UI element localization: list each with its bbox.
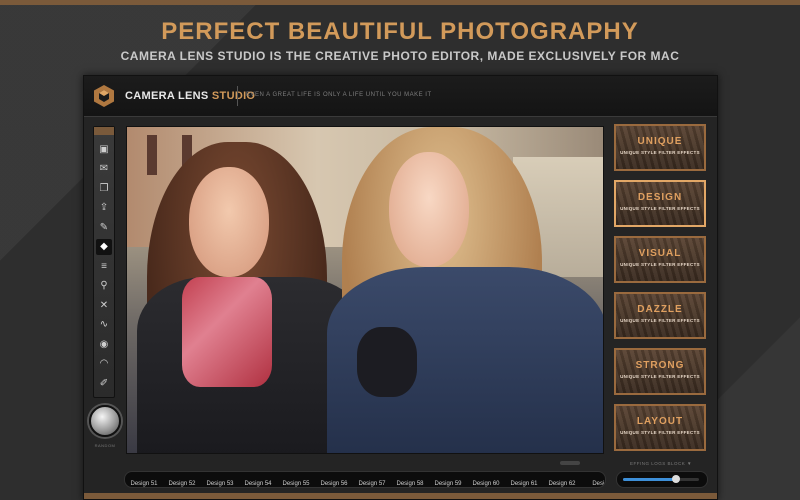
style-tile-subtitle: UNIQUE STYLE FILTER EFFECTS	[620, 318, 700, 323]
photo-subject-right-face	[389, 152, 469, 267]
design-item[interactable]: Design 61	[505, 477, 543, 487]
style-tile-subtitle: UNIQUE STYLE FILTER EFFECTS	[620, 206, 700, 211]
style-tile-title: DAZZLE	[637, 304, 683, 315]
slider-thumb[interactable]	[672, 475, 681, 483]
design-item[interactable]: Design 57	[353, 477, 391, 487]
slider-track[interactable]	[623, 475, 699, 483]
adjustments-icon[interactable]: ≡	[96, 258, 112, 274]
style-tile-title: DESIGN	[637, 192, 683, 203]
subheadline: CAMERA LENS STUDIO IS THE CREATIVE PHOTO…	[120, 49, 680, 63]
style-tile-strong[interactable]: STRONG UNIQUE STYLE FILTER EFFECTS	[614, 348, 706, 395]
style-tile-subtitle: UNIQUE STYLE FILTER EFFECTS	[620, 262, 700, 267]
layers-icon[interactable]: ❐	[96, 180, 112, 196]
tagline: EVEN A GREAT LIFE IS ONLY A LIFE UNTIL Y…	[246, 92, 432, 98]
style-tile-title: VISUAL	[638, 248, 682, 259]
app-header: CAMERA LENS STUDIO EVEN A GREAT LIFE IS …	[84, 76, 717, 117]
headline: PERFECT BEAUTIFUL PHOTOGRAPHY	[161, 18, 639, 45]
style-tile-title: LAYOUT	[636, 416, 684, 427]
design-item[interactable]: Design 51	[125, 477, 163, 487]
diamond-icon[interactable]: ◆	[96, 238, 112, 255]
share-icon[interactable]: ⇪	[96, 200, 112, 216]
mail-icon[interactable]: ✉	[96, 161, 112, 177]
design-item[interactable]: Design 53	[201, 477, 239, 487]
design-item[interactable]: Design 52	[163, 477, 201, 487]
design-item[interactable]: Design 56	[315, 477, 353, 487]
strip-handle[interactable]	[560, 461, 580, 465]
random-knob-label: RANDOM	[94, 443, 116, 448]
bandage-icon[interactable]: ✕	[96, 297, 112, 313]
eye-icon[interactable]: ◉	[96, 336, 112, 352]
random-knob[interactable]	[89, 405, 121, 437]
app-name-main: CAMERA LENS	[125, 90, 212, 102]
photos-icon[interactable]: ▣	[96, 141, 112, 157]
app-name: CAMERA LENS STUDIO	[125, 90, 255, 102]
photo-subject-left-scarf	[182, 277, 272, 387]
design-item[interactable]: Design 55	[277, 477, 315, 487]
design-item[interactable]: Desig	[581, 477, 605, 487]
style-tile-subtitle: UNIQUE STYLE FILTER EFFECTS	[620, 150, 700, 155]
tool-sidebar: ▣ ✉ ❐ ⇪ ✎ ◆ ≡ ⚲ ✕ ∿ ◉ ◠ ✐	[93, 126, 115, 398]
edit-icon[interactable]: ✎	[96, 219, 112, 235]
design-item[interactable]: Design 58	[391, 477, 429, 487]
design-item[interactable]: Design 54	[239, 477, 277, 487]
pencil-icon[interactable]: ✐	[96, 375, 112, 391]
style-tile-layout[interactable]: LAYOUT UNIQUE STYLE FILTER EFFECTS	[614, 404, 706, 451]
pin-icon[interactable]: ⚲	[96, 278, 112, 294]
bottom-accent-stripe	[84, 493, 717, 499]
pulse-icon[interactable]: ∿	[96, 317, 112, 333]
style-tile-title: UNIQUE	[637, 136, 683, 147]
toolbar-grip[interactable]	[94, 127, 114, 135]
header-divider	[237, 86, 238, 106]
photo-window	[147, 135, 157, 175]
intensity-slider[interactable]	[616, 471, 708, 488]
logo-icon	[94, 85, 114, 107]
design-strip[interactable]: Design 51 Design 52 Design 53 Design 54 Desi…	[124, 471, 606, 488]
design-item[interactable]: Design 60	[467, 477, 505, 487]
style-tile-visual[interactable]: VISUAL UNIQUE STYLE FILTER EFFECTS	[614, 236, 706, 283]
design-item[interactable]: Design 62	[543, 477, 581, 487]
style-tile-title: STRONG	[635, 360, 685, 371]
photo-subject-left-face	[189, 167, 269, 277]
style-tile-dazzle[interactable]: DAZZLE UNIQUE STYLE FILTER EFFECTS	[614, 292, 706, 339]
design-item[interactable]: Design 59	[429, 477, 467, 487]
style-tile-unique[interactable]: UNIQUE UNIQUE STYLE FILTER EFFECTS	[614, 124, 706, 171]
top-accent-stripe	[0, 0, 800, 5]
app-window: CAMERA LENS STUDIO EVEN A GREAT LIFE IS …	[83, 75, 718, 500]
style-tile-design[interactable]: DESIGN UNIQUE STYLE FILTER EFFECTS	[614, 180, 706, 227]
photo-canvas[interactable]	[126, 126, 604, 454]
slider-fill	[623, 478, 677, 481]
style-tile-subtitle: UNIQUE STYLE FILTER EFFECTS	[620, 374, 700, 379]
style-tile-subtitle: UNIQUE STYLE FILTER EFFECTS	[620, 430, 700, 435]
gauge-icon[interactable]: ◠	[96, 356, 112, 372]
slider-label: EFFING LOGS BLOCK ▼	[630, 461, 692, 466]
photo-subject-right-glove	[357, 327, 417, 397]
